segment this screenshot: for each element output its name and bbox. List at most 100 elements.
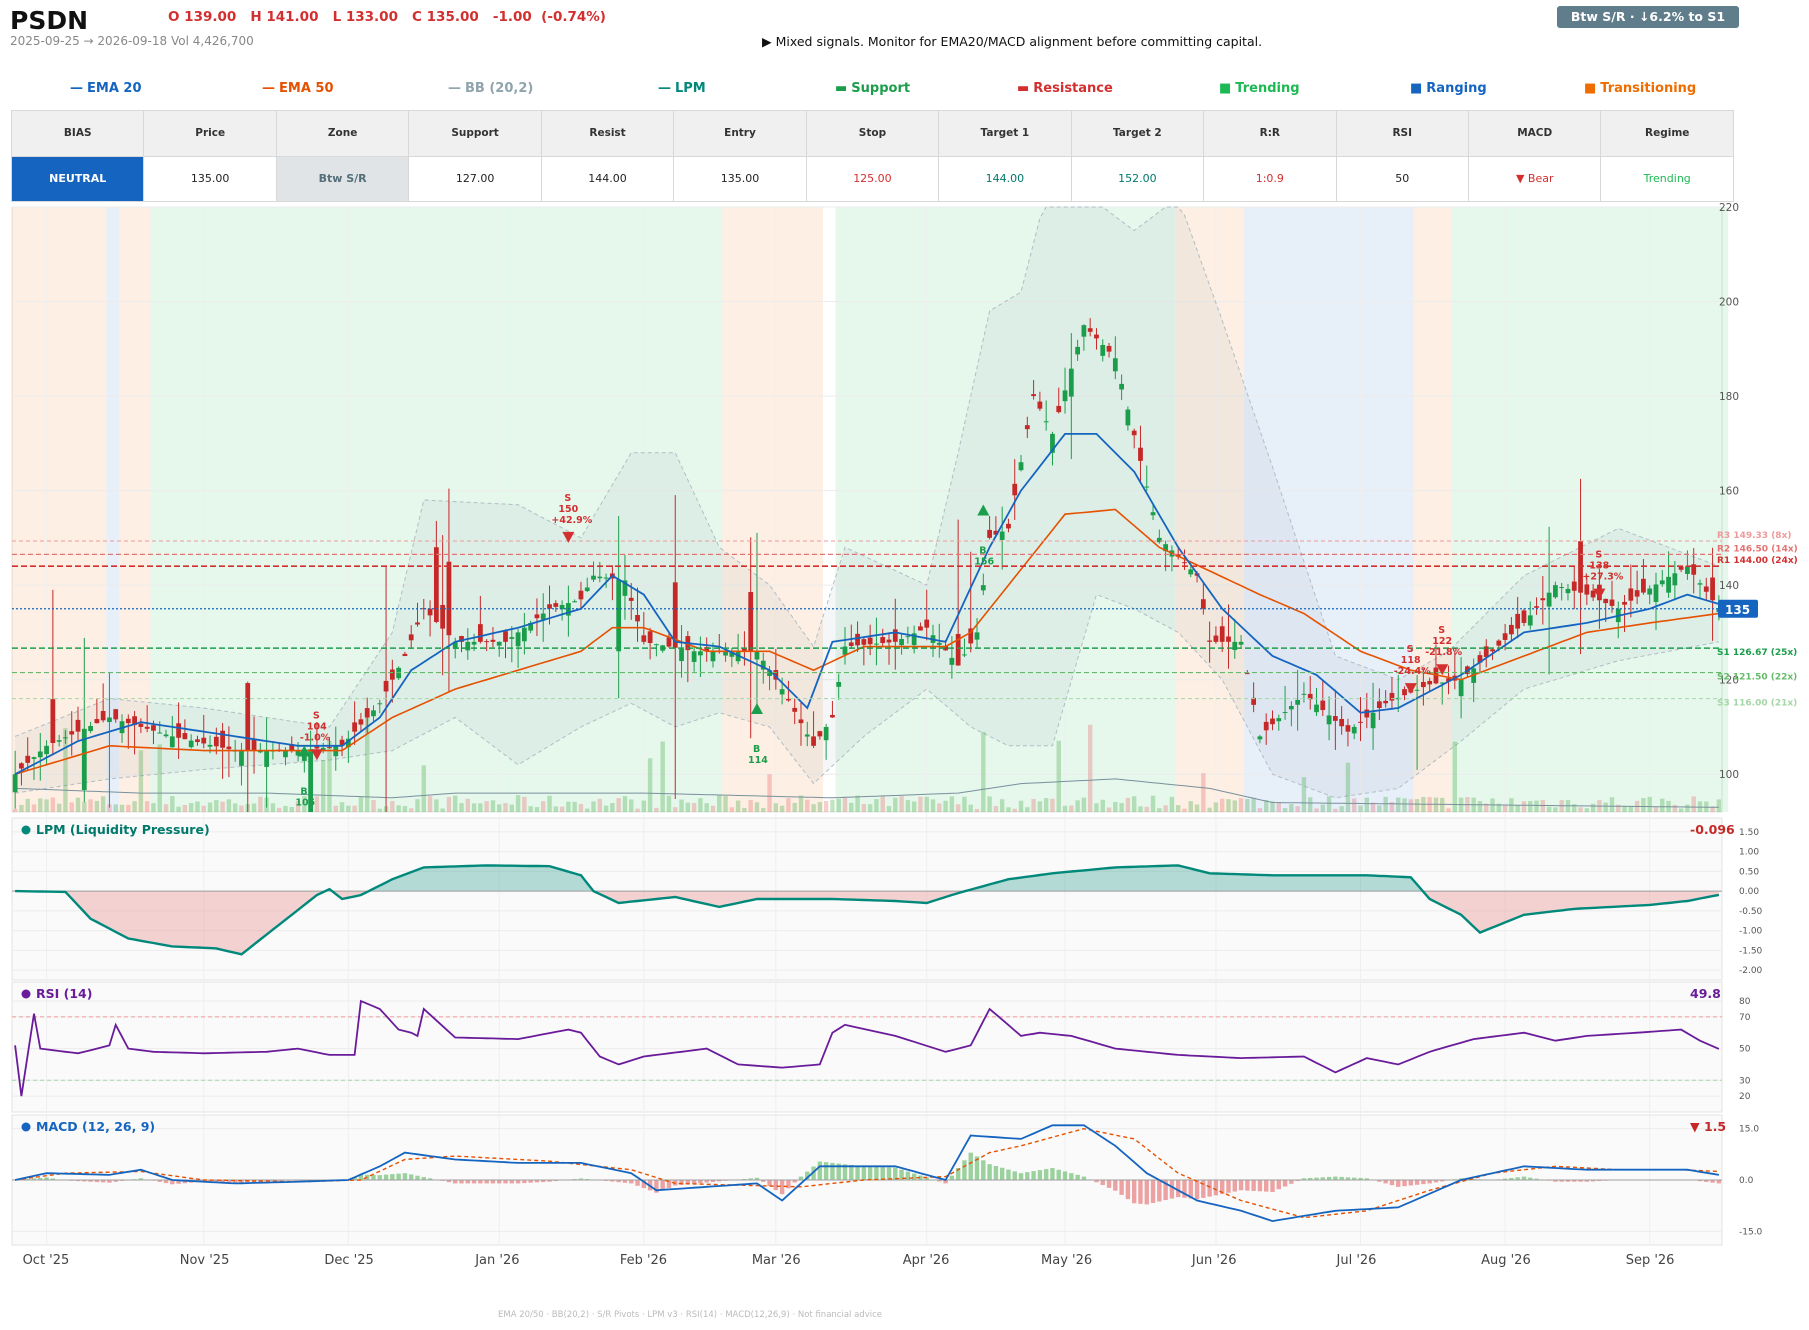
candle-body (804, 734, 810, 737)
volume-bar (1339, 806, 1344, 812)
volume-bar (924, 796, 929, 812)
macd-histogram-bar (396, 1173, 401, 1180)
candle-body (490, 639, 496, 642)
volume-bar (547, 795, 552, 812)
volume-bar (1540, 800, 1546, 812)
candle-body (1150, 512, 1156, 516)
volume-bar (1144, 806, 1149, 812)
candle-body (792, 707, 798, 712)
macd-histogram-bar (1383, 1180, 1388, 1184)
volume-bar (44, 799, 49, 812)
candle-body (1703, 586, 1709, 592)
macd-histogram-bar (383, 1174, 389, 1180)
sub-axis-tick: 1.50 (1739, 828, 1759, 838)
sub-axis-tick: -2.00 (1739, 966, 1763, 976)
macd-histogram-bar (987, 1164, 992, 1180)
candle-body (151, 725, 156, 731)
macd-histogram-bar (1213, 1180, 1219, 1196)
volume-bar (1383, 796, 1388, 812)
volume-bar (402, 806, 408, 812)
volume-bar (459, 803, 464, 812)
candle-body (352, 722, 358, 732)
volume-bar (836, 798, 841, 812)
volume-bar (1050, 798, 1055, 812)
panel-value: ▼ 1.5 (1690, 1119, 1726, 1134)
volume-bar (1603, 802, 1608, 812)
macd-histogram-bar (503, 1180, 508, 1184)
macd-histogram-bar (515, 1180, 521, 1184)
candle-body (1534, 606, 1539, 608)
volume-bar (805, 799, 810, 812)
volume-bar (1094, 803, 1099, 812)
volume-bar (1169, 796, 1175, 812)
candle-body (1351, 726, 1357, 734)
macd-histogram-bar (999, 1167, 1005, 1180)
volume-bar (1213, 802, 1219, 812)
candle-body (999, 531, 1005, 540)
macd-histogram-bar (1396, 1180, 1401, 1187)
macd-histogram-bar (1069, 1173, 1074, 1180)
volume-bar (647, 758, 653, 812)
volume-bar (1031, 798, 1036, 812)
volume-bar (138, 750, 144, 812)
candle-body (987, 529, 992, 538)
volume-bar (886, 806, 892, 812)
candle-body (1056, 405, 1062, 413)
volume-bar (660, 741, 665, 812)
macd-histogram-bar (874, 1166, 879, 1180)
candle-body (1490, 649, 1495, 652)
candle-body (1188, 569, 1194, 575)
candle-body (848, 642, 854, 646)
candle-body (1609, 599, 1615, 606)
candle-body (1282, 712, 1288, 714)
macd-histogram-bar (660, 1180, 665, 1191)
volume-bar (75, 797, 81, 812)
candle-body (817, 731, 823, 737)
volume-bar (742, 807, 747, 812)
candle-body (408, 634, 414, 641)
candle-body (679, 648, 684, 662)
signal-price-label: 122 (1432, 636, 1452, 647)
volume-bar (691, 803, 697, 812)
volume-bar (1056, 740, 1061, 812)
volume-bar (94, 800, 100, 812)
panel-title-dot (21, 825, 31, 835)
volume-bar (559, 806, 565, 812)
candle-body (1006, 523, 1011, 529)
macd-histogram-bar (1138, 1180, 1143, 1204)
signal-side-label: S (1595, 550, 1602, 561)
volume-bar (1502, 805, 1508, 812)
volume-bar (346, 805, 351, 812)
candle-body (264, 750, 270, 767)
candle-body (1257, 736, 1263, 740)
candle-body (63, 737, 68, 739)
candle-body (100, 710, 106, 721)
volume-bar (1150, 795, 1156, 812)
macd-histogram-bar (1157, 1180, 1162, 1202)
volume-bar (276, 807, 282, 812)
volume-bar (849, 802, 854, 812)
volume-bar (1125, 797, 1131, 812)
volume-bar (446, 796, 452, 812)
candle-body (1672, 573, 1678, 586)
volume-bar (1641, 798, 1646, 812)
candle-body (1200, 599, 1206, 609)
candle-body (1207, 640, 1213, 642)
candle-body (1100, 345, 1106, 356)
macd-histogram-bar (478, 1180, 483, 1184)
volume-bar (993, 806, 999, 812)
volume-bar (371, 800, 376, 812)
sub-axis-tick: 0.00 (1739, 887, 1759, 897)
candle-body (188, 740, 194, 748)
volume-bar (1301, 777, 1307, 812)
signal-pct-label: -24.4% (1394, 666, 1431, 677)
candle-body (144, 726, 150, 729)
candle-body (484, 641, 490, 643)
volume-bar (119, 804, 125, 812)
signal-price-label: 138 (1589, 561, 1609, 572)
candle-body (628, 597, 634, 601)
volume-bar (1628, 806, 1634, 812)
macd-histogram-bar (1270, 1180, 1275, 1192)
macd-histogram-bar (993, 1165, 999, 1180)
sub-axis-tick: -1.00 (1739, 927, 1763, 937)
